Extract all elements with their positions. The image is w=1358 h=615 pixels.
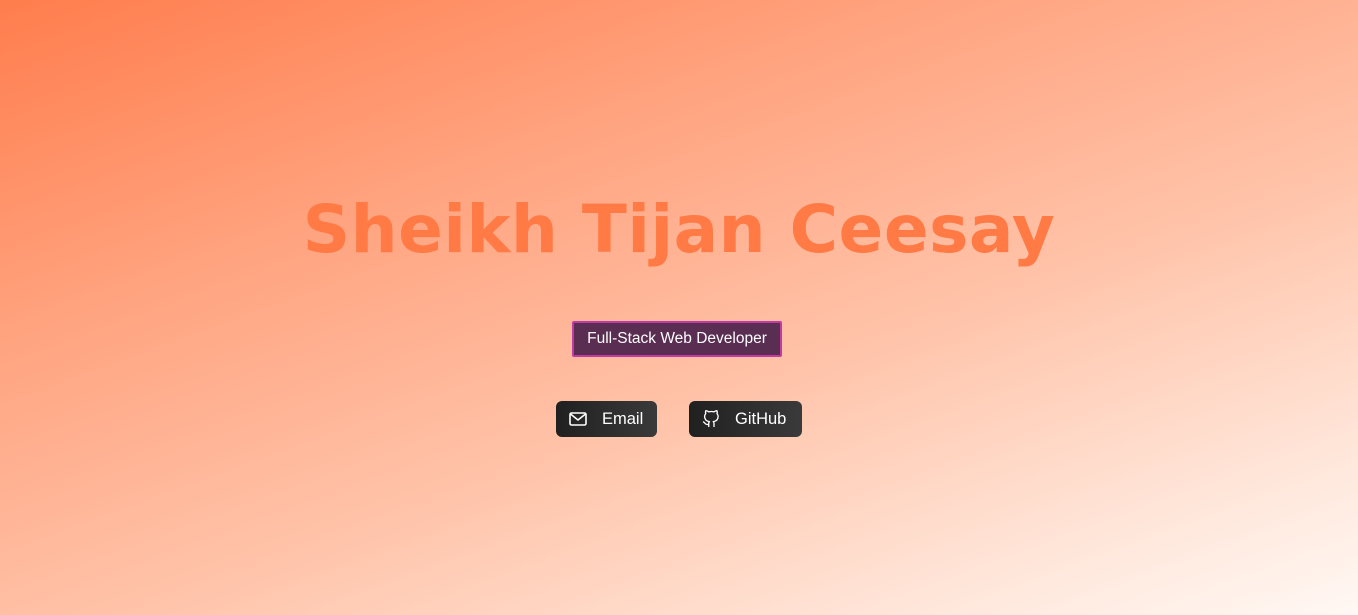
role-badge: Full-Stack Web Developer xyxy=(572,321,782,357)
email-button-label: Email xyxy=(602,410,644,428)
email-button[interactable]: Email xyxy=(556,401,657,437)
github-button-label: GitHub xyxy=(735,410,787,428)
github-icon xyxy=(701,409,721,429)
github-button[interactable]: GitHub xyxy=(689,401,802,437)
hero-section: Sheikh Tijan Ceesay Full-Stack Web Devel… xyxy=(0,0,1358,615)
mail-icon xyxy=(568,409,588,429)
page-title: Sheikh Tijan Ceesay xyxy=(302,191,1056,268)
